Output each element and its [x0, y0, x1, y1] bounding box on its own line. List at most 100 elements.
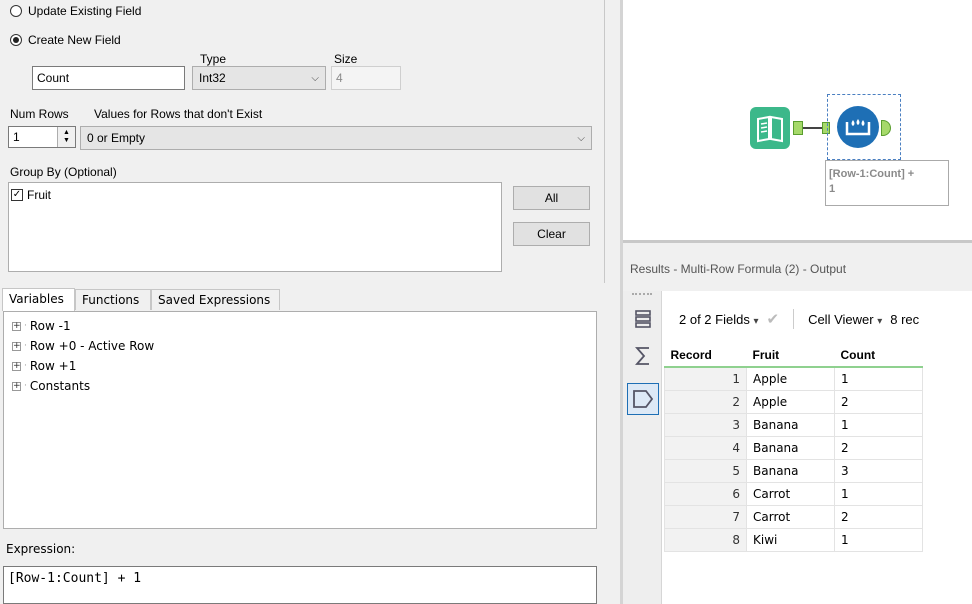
- count-cell[interactable]: 2: [834, 505, 923, 529]
- results-grid-body: 1 Apple 1 2 Apple 2 3 Banana 1 4 Banana 2 5 Banana 3 6 C…: [664, 366, 923, 552]
- record-cell[interactable]: 8: [664, 528, 747, 552]
- clear-button[interactable]: Clear: [513, 222, 590, 246]
- radio-button-selected[interactable]: [10, 34, 22, 46]
- table-row[interactable]: 2 Apple 2: [664, 390, 923, 414]
- expand-plus-icon[interactable]: +: [12, 341, 21, 351]
- annotation-line-2: 1: [829, 183, 836, 195]
- count-cell[interactable]: 3: [834, 459, 923, 483]
- table-row[interactable]: 7 Carrot 2: [664, 505, 923, 529]
- tree-item-label: Constants: [29, 379, 91, 393]
- results-grid: Record Fruit Count 1 Apple 1 2 Apple 2 3 Banana…: [664, 344, 923, 552]
- update-existing-label: Update Existing Field: [28, 4, 142, 18]
- values-for-rows-label: Values for Rows that don't Exist: [94, 107, 263, 121]
- tree-item-label: Row +0 - Active Row: [29, 339, 155, 353]
- expand-plus-icon[interactable]: +: [12, 321, 21, 331]
- fruit-cell[interactable]: Banana: [746, 413, 835, 437]
- list-view-icon[interactable]: [631, 307, 655, 331]
- size-label: Size: [334, 52, 358, 66]
- fruit-cell[interactable]: Banana: [746, 436, 835, 460]
- fruit-cell[interactable]: Carrot: [746, 482, 835, 506]
- output-anchor[interactable]: [793, 121, 803, 135]
- record-cell[interactable]: 1: [664, 366, 747, 391]
- fruit-cell[interactable]: Kiwi: [746, 528, 835, 552]
- count-cell[interactable]: 1: [834, 413, 923, 437]
- table-row[interactable]: 1 Apple 1: [664, 366, 923, 391]
- record-cell[interactable]: 3: [664, 413, 747, 437]
- count-cell[interactable]: 2: [834, 390, 923, 414]
- record-cell[interactable]: 4: [664, 436, 747, 460]
- book-glyph: [757, 115, 783, 143]
- spin-arrows-icon[interactable]: ▲ ▼: [57, 127, 75, 147]
- fruit-cell[interactable]: Apple: [746, 366, 835, 391]
- workflow-canvas[interactable]: [Row-1:Count] + 1: [620, 0, 972, 240]
- num-rows-stepper[interactable]: 1 ▲ ▼: [8, 126, 76, 148]
- tree-item-row-minus-1[interactable]: + · Row -1: [4, 316, 596, 336]
- type-label: Type: [200, 52, 227, 66]
- cell-viewer-button[interactable]: Cell Viewer ▾: [808, 312, 882, 327]
- record-cell[interactable]: 5: [664, 459, 747, 483]
- size-input[interactable]: 4: [331, 66, 401, 90]
- checkmark-icon[interactable]: ✔: [766, 310, 779, 328]
- count-cell[interactable]: 1: [834, 366, 923, 391]
- multi-row-formula-icon[interactable]: [837, 106, 879, 148]
- table-row[interactable]: 6 Carrot 1: [664, 482, 923, 506]
- num-rows-label: Num Rows: [10, 107, 69, 121]
- type-value: Int32: [199, 71, 226, 85]
- tree-item-constants[interactable]: + · Constants: [4, 376, 596, 396]
- values-select-value: 0 or Empty: [87, 131, 146, 145]
- fruit-cell[interactable]: Banana: [746, 459, 835, 483]
- table-row[interactable]: 4 Banana 2: [664, 436, 923, 460]
- group-by-label: Group By (Optional): [10, 165, 117, 179]
- table-row[interactable]: 5 Banana 3: [664, 459, 923, 483]
- checkbox-checked-icon[interactable]: ✓: [11, 189, 23, 201]
- type-select[interactable]: Int32 ⌵: [192, 66, 326, 90]
- column-header-record[interactable]: Record: [664, 344, 747, 368]
- column-header-fruit[interactable]: Fruit: [746, 344, 835, 368]
- sigma-icon[interactable]: [631, 344, 655, 368]
- tree-item-row-0[interactable]: + · Row +0 - Active Row: [4, 336, 596, 356]
- tree-item-label: Row -1: [29, 319, 71, 333]
- tab-variables[interactable]: Variables: [2, 288, 75, 311]
- book-input-icon[interactable]: [750, 107, 790, 149]
- tab-saved-expressions[interactable]: Saved Expressions: [151, 289, 280, 310]
- grip-handle[interactable]: [632, 293, 652, 299]
- create-new-label: Create New Field: [28, 33, 121, 47]
- create-new-option[interactable]: Create New Field: [10, 33, 121, 47]
- chevron-down-icon: ⌵: [577, 132, 585, 144]
- group-by-list: ✓ Fruit: [8, 182, 502, 272]
- update-existing-option[interactable]: Update Existing Field: [10, 4, 141, 18]
- count-cell[interactable]: 1: [834, 528, 923, 552]
- fields-selector[interactable]: 2 of 2 Fields ▾: [679, 312, 758, 327]
- radio-button[interactable]: [10, 5, 22, 17]
- results-title: Results - Multi-Row Formula (2) - Output: [623, 240, 972, 291]
- records-count: 8 rec: [890, 311, 920, 327]
- configuration-panel: Update Existing Field Create New Field T…: [0, 0, 605, 283]
- metadata-tag-icon[interactable]: [627, 383, 659, 415]
- table-row[interactable]: 3 Banana 1: [664, 413, 923, 437]
- fruit-cell[interactable]: Apple: [746, 390, 835, 414]
- caret-down-icon: ▾: [753, 315, 759, 327]
- tree-item-row-plus-1[interactable]: + · Row +1: [4, 356, 596, 376]
- record-cell[interactable]: 2: [664, 390, 747, 414]
- expand-plus-icon[interactable]: +: [12, 381, 21, 391]
- expression-editor[interactable]: [Row-1:Count] + 1: [3, 566, 597, 604]
- column-header-count[interactable]: Count: [834, 344, 923, 368]
- annotation-line-1: [Row-1:Count] +: [829, 168, 915, 180]
- group-by-item-fruit[interactable]: ✓ Fruit: [9, 183, 501, 207]
- tool-annotation: [Row-1:Count] + 1: [825, 160, 949, 206]
- expand-plus-icon[interactable]: +: [12, 361, 21, 371]
- table-row[interactable]: 8 Kiwi 1: [664, 528, 923, 552]
- fruit-cell[interactable]: Carrot: [746, 505, 835, 529]
- all-button[interactable]: All: [513, 186, 590, 210]
- count-cell[interactable]: 2: [834, 436, 923, 460]
- values-for-rows-select[interactable]: 0 or Empty ⌵: [80, 126, 592, 150]
- field-name-input[interactable]: Count: [32, 66, 185, 90]
- cell-viewer-label: Cell Viewer: [808, 311, 874, 327]
- caret-down-icon: ▾: [877, 315, 883, 327]
- results-toolbar: 2 of 2 Fields ▾ ✔ Cell Viewer ▾ 8 rec: [679, 309, 919, 329]
- tree-item-label: Row +1: [29, 359, 77, 373]
- tab-functions[interactable]: Functions: [75, 289, 151, 310]
- record-cell[interactable]: 7: [664, 505, 747, 529]
- count-cell[interactable]: 1: [834, 482, 923, 506]
- record-cell[interactable]: 6: [664, 482, 747, 506]
